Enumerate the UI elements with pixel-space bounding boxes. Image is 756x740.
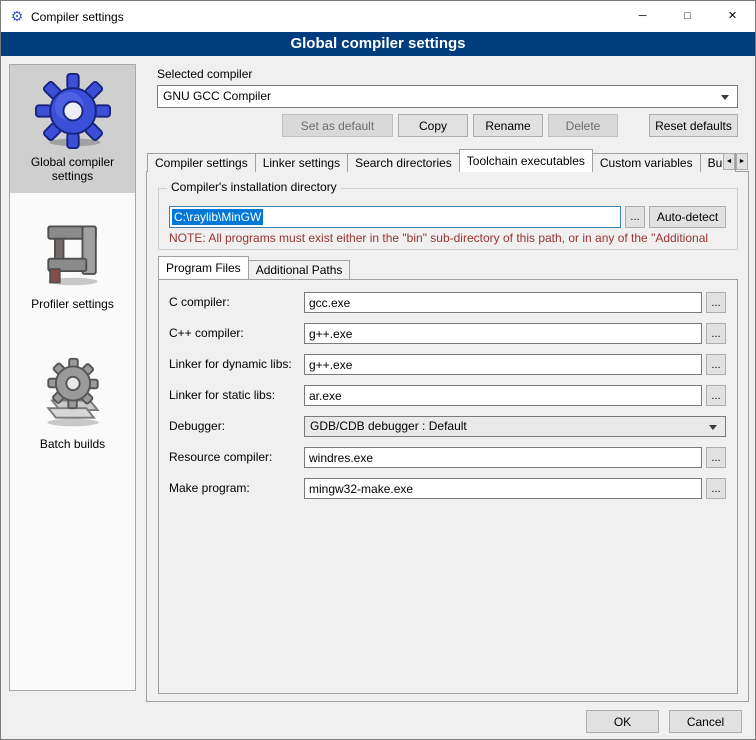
static-linker-input[interactable] (304, 385, 702, 406)
minimize-button[interactable]: ─ (620, 1, 665, 32)
static-linker-label: Linker for static libs: (169, 388, 275, 402)
dialog-header: Global compiler settings (1, 32, 755, 56)
dynamic-linker-browse-button[interactable]: ... (706, 354, 726, 375)
rename-button[interactable]: Rename (473, 114, 543, 137)
tab-scroll-left-button[interactable]: ◄ (723, 153, 735, 170)
selected-compiler-dropdown[interactable]: GNU GCC Compiler (157, 85, 738, 108)
resource-compiler-browse-button[interactable]: ... (706, 447, 726, 468)
cpp-compiler-input[interactable] (304, 323, 702, 344)
note-text: NOTE: All programs must exist either in … (169, 231, 756, 245)
debugger-select[interactable]: GDB/CDB debugger : Default (304, 416, 726, 437)
installation-directory-group: Compiler's installation directory C:\ray… (158, 188, 738, 250)
tab-compiler-settings[interactable]: Compiler settings (147, 153, 256, 172)
chevron-down-icon (709, 425, 717, 430)
maximize-button[interactable]: □ (665, 1, 710, 32)
dynamic-linker-input[interactable] (304, 354, 702, 375)
cpp-compiler-browse-button[interactable]: ... (706, 323, 726, 344)
c-compiler-input[interactable] (304, 292, 702, 313)
cpp-compiler-label: C++ compiler: (169, 326, 244, 340)
sidebar-item-batch-builds[interactable]: Batch builds (10, 347, 135, 461)
sidebar-item-label: Profiler settings (12, 297, 133, 311)
tab-custom-variables[interactable]: Custom variables (592, 153, 701, 172)
debugger-label: Debugger: (169, 419, 225, 433)
sidebar-item-global-compiler-settings[interactable]: Global compiler settings (10, 65, 135, 193)
sidebar-item-label: Global compiler settings (12, 155, 133, 183)
cancel-button[interactable]: Cancel (669, 710, 742, 733)
profiler-tool-icon (12, 215, 133, 291)
reset-defaults-button[interactable]: Reset defaults (649, 114, 738, 137)
make-program-browse-button[interactable]: ... (706, 478, 726, 499)
selected-compiler-label: Selected compiler (157, 67, 252, 81)
c-compiler-label: C compiler: (169, 295, 230, 309)
tab-search-directories[interactable]: Search directories (347, 153, 460, 172)
tab-scroll-right-button[interactable]: ► (736, 153, 748, 170)
tab-strip: Compiler settings Linker settings Search… (147, 151, 748, 172)
selected-compiler-value: GNU GCC Compiler (163, 89, 271, 103)
tab-linker-settings[interactable]: Linker settings (255, 153, 348, 172)
close-button[interactable]: ✕ (710, 1, 755, 32)
toolchain-executables-panel: Compiler's installation directory C:\ray… (146, 171, 749, 702)
c-compiler-browse-button[interactable]: ... (706, 292, 726, 313)
delete-button: Delete (548, 114, 618, 137)
tab-toolchain-executables[interactable]: Toolchain executables (459, 149, 593, 172)
chevron-down-icon (721, 95, 729, 100)
ok-button[interactable]: OK (586, 710, 659, 733)
compiler-settings-window: ⚙ Compiler settings ─ □ ✕ Global compile… (0, 0, 756, 740)
static-linker-browse-button[interactable]: ... (706, 385, 726, 406)
auto-detect-button[interactable]: Auto-detect (649, 206, 726, 228)
resource-compiler-input[interactable] (304, 447, 702, 468)
installation-directory-group-label: Compiler's installation directory (167, 180, 341, 194)
dynamic-linker-label: Linker for dynamic libs: (169, 357, 292, 371)
program-files-panel: C compiler: ... C++ compiler: ... Linker… (158, 279, 738, 694)
gear-icon (12, 73, 133, 149)
sidebar-item-label: Batch builds (12, 437, 133, 451)
tab-additional-paths[interactable]: Additional Paths (248, 260, 351, 279)
window-title: Compiler settings (31, 10, 124, 24)
batch-gear-icon (12, 355, 133, 431)
make-program-input[interactable] (304, 478, 702, 499)
set-as-default-button: Set as default (282, 114, 393, 137)
browse-directory-button[interactable]: ... (625, 206, 645, 228)
sidebar-item-profiler-settings[interactable]: Profiler settings (10, 207, 135, 321)
sub-tab-strip: Program Files Additional Paths (158, 258, 349, 279)
titlebar: ⚙ Compiler settings ─ □ ✕ (1, 1, 755, 32)
installation-directory-value: C:\raylib\MinGW (172, 209, 263, 225)
sidebar: Global compiler settings Profiler settin… (9, 64, 136, 691)
resource-compiler-label: Resource compiler: (169, 450, 272, 464)
copy-button[interactable]: Copy (398, 114, 468, 137)
debugger-value: GDB/CDB debugger : Default (310, 419, 467, 433)
tab-scroll-controls: ◄ ► (722, 153, 748, 170)
tab-program-files[interactable]: Program Files (158, 256, 249, 279)
app-gear-icon: ⚙ (9, 8, 25, 25)
installation-directory-input[interactable]: C:\raylib\MinGW (169, 206, 621, 228)
window-controls: ─ □ ✕ (620, 1, 755, 32)
make-program-label: Make program: (169, 481, 250, 495)
